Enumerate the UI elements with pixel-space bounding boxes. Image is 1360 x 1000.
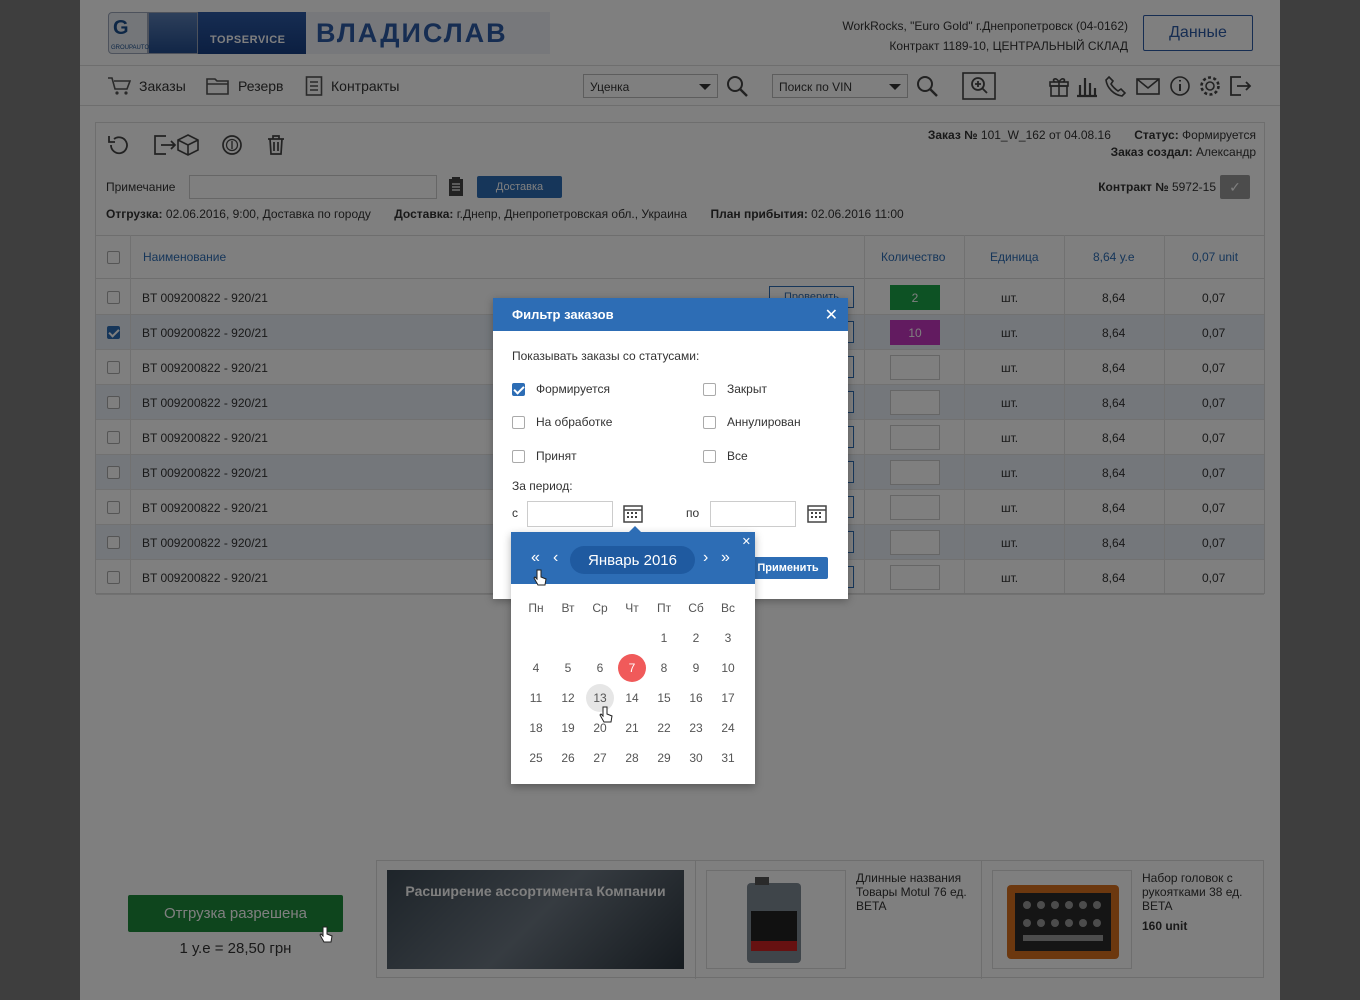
status-checkbox[interactable] [512, 383, 525, 396]
weekday-label: Чт [625, 601, 639, 615]
weekday-label: Сб [688, 601, 704, 615]
hand-cursor-icon [533, 569, 547, 586]
status-checkbox[interactable] [703, 416, 716, 429]
status-option-cancelled[interactable]: Аннулирован [703, 415, 801, 429]
calendar-day[interactable]: 30 [682, 744, 710, 772]
calendar-day[interactable]: 23 [682, 714, 710, 742]
calendar-day[interactable]: 26 [554, 744, 582, 772]
dialog-title: Фильтр заказов [512, 307, 614, 322]
status-option-closed[interactable]: Закрыт [703, 382, 767, 396]
status-option-forming[interactable]: Формируется [512, 382, 610, 396]
calendar-day[interactable]: 31 [714, 744, 742, 772]
weekday-label: Вс [720, 601, 735, 615]
status-option-label: Принят [536, 449, 577, 463]
calendar-day[interactable]: 6 [586, 654, 614, 682]
status-checkbox[interactable] [512, 416, 525, 429]
status-option-processing[interactable]: На обработке [512, 415, 612, 429]
hand-cursor-icon [319, 926, 333, 943]
calendar-day[interactable]: 4 [522, 654, 550, 682]
calendar-day[interactable]: 5 [554, 654, 582, 682]
calendar-icon[interactable] [807, 504, 827, 523]
weekday-label: Ср [592, 601, 608, 615]
weekday-label: Вт [561, 601, 575, 615]
status-option-label: Закрыт [727, 382, 767, 396]
datepicker-notch [629, 526, 641, 532]
calendar-day[interactable]: 2 [682, 624, 710, 652]
dialog-header: Фильтр заказов ✕ [493, 298, 848, 331]
calendar-day[interactable]: 21 [618, 714, 646, 742]
calendar-day[interactable]: 15 [650, 684, 678, 712]
month-label[interactable]: Январь 2016 [570, 546, 695, 574]
next-year-icon[interactable]: » [721, 549, 730, 567]
calendar-icon[interactable] [623, 504, 643, 523]
close-icon[interactable]: ✕ [742, 535, 751, 548]
datepicker-header: ✕ « ‹ Январь 2016 › » [511, 526, 755, 584]
close-icon[interactable]: ✕ [825, 305, 838, 325]
status-checkbox[interactable] [703, 383, 716, 396]
from-label: с [512, 506, 518, 520]
prev-month-icon[interactable]: ‹ [553, 549, 558, 567]
date-from-input[interactable] [527, 501, 613, 527]
next-month-icon[interactable]: › [703, 549, 708, 567]
calendar-day[interactable]: 11 [522, 684, 550, 712]
hand-cursor-icon [599, 706, 613, 723]
period-label: За период: [512, 479, 573, 493]
status-option-label: На обработке [536, 415, 613, 429]
status-option-label: Аннулирован [727, 415, 801, 429]
calendar-day[interactable]: 18 [522, 714, 550, 742]
date-to-input[interactable] [710, 501, 796, 527]
prev-year-icon[interactable]: « [531, 549, 540, 567]
calendar-day[interactable]: 24 [714, 714, 742, 742]
statuses-label: Показывать заказы со статусами: [512, 349, 700, 363]
status-checkbox[interactable] [703, 450, 716, 463]
calendar-day[interactable]: 27 [586, 744, 614, 772]
calendar-day[interactable]: 14 [618, 684, 646, 712]
weekday-label: Пн [528, 601, 544, 615]
calendar-day[interactable]: 3 [714, 624, 742, 652]
calendar-day[interactable]: 19 [554, 714, 582, 742]
calendar-day[interactable]: 8 [650, 654, 678, 682]
calendar-day[interactable]: 10 [714, 654, 742, 682]
calendar-day[interactable]: 25 [522, 744, 550, 772]
datepicker: ✕ « ‹ Январь 2016 › » Пн Вт Ср Чт Пт Сб Вс 1 2 3 4… [511, 526, 755, 784]
status-option-accepted[interactable]: Принят [512, 449, 577, 463]
weekday-label: Пт [656, 601, 672, 615]
calendar-day[interactable]: 7 [618, 654, 646, 682]
calendar-day[interactable]: 1 [650, 624, 678, 652]
status-checkbox[interactable] [512, 450, 525, 463]
calendar-day[interactable]: 29 [650, 744, 678, 772]
calendar-day[interactable]: 28 [618, 744, 646, 772]
calendar-day[interactable]: 9 [682, 654, 710, 682]
calendar-day[interactable]: 12 [554, 684, 582, 712]
apply-button[interactable]: Применить [748, 557, 828, 579]
status-option-label: Все [727, 449, 748, 463]
calendar-day[interactable]: 16 [682, 684, 710, 712]
to-label: по [686, 506, 700, 520]
calendar-day[interactable]: 22 [650, 714, 678, 742]
calendar-day[interactable]: 17 [714, 684, 742, 712]
status-option-all[interactable]: Все [703, 449, 748, 463]
status-option-label: Формируется [536, 382, 610, 396]
